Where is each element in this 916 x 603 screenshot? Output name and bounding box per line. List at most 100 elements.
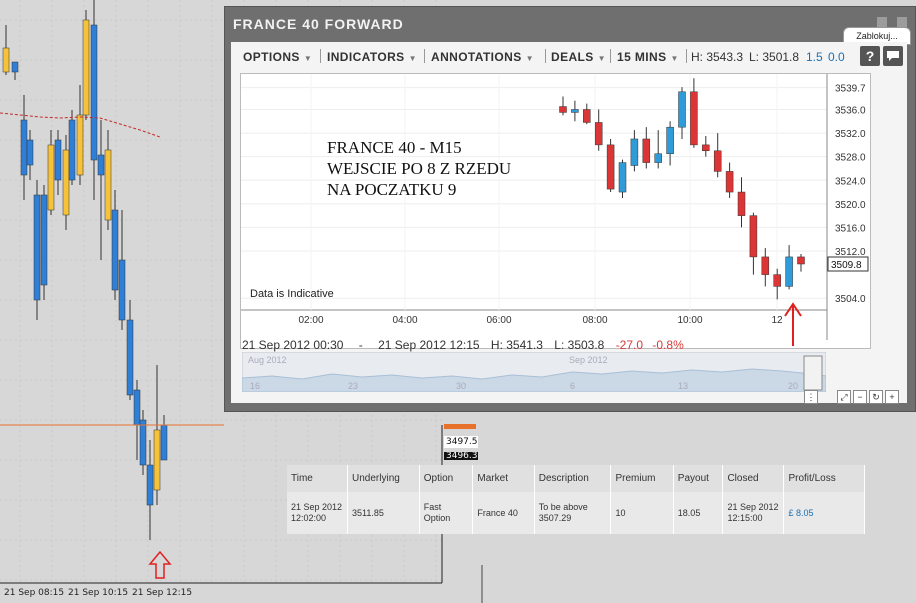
bg-candle — [76, 85, 84, 185]
candle[interactable] — [559, 96, 567, 116]
table-cell: France 40 — [472, 492, 535, 534]
candle[interactable] — [666, 121, 674, 166]
candle[interactable] — [713, 133, 722, 178]
range-end: 21 Sep 2012 12:15 — [378, 338, 480, 352]
navigator-strip[interactable]: Aug 2012 Sep 2012 16 23 30 6 13 20 — [242, 352, 826, 392]
candle[interactable] — [785, 245, 793, 290]
zoom-out-icon[interactable]: − — [853, 390, 867, 404]
close-icon[interactable] — [897, 17, 907, 27]
interval-label: 15 MINS — [617, 50, 667, 64]
candle[interactable] — [654, 130, 662, 169]
candle[interactable] — [749, 212, 758, 275]
france-40-widget[interactable]: FRANCE 40 FORWARD Zablokuj... OPTIONS ▼ I… — [224, 6, 916, 412]
candlestick-chart[interactable]: 3539.7 3536.0 3532.0 3528.0 3524.0 3520.0 3516… — [241, 74, 870, 348]
candle[interactable] — [797, 253, 805, 272]
toolbar-change-percent: 0.0 — [828, 50, 845, 64]
table-cell: 18.05 — [673, 492, 724, 534]
indicators-menu[interactable]: INDICATORS ▼ — [327, 50, 417, 64]
bg-candle — [133, 380, 141, 460]
interval-menu[interactable]: 15 MINS ▼ — [617, 50, 679, 64]
status-change-points: -27.0 — [615, 338, 644, 352]
range-dash: - — [358, 338, 363, 352]
chevron-down-icon: ▼ — [303, 54, 313, 63]
navigator-handle[interactable] — [803, 355, 823, 391]
status-high: H: 3541.3 — [490, 338, 543, 352]
toolbar-high: H: 3543.3 — [691, 50, 744, 64]
candle[interactable] — [773, 268, 781, 300]
options-menu[interactable]: OPTIONS ▼ — [243, 50, 312, 64]
candle[interactable] — [630, 130, 639, 172]
column-header[interactable]: Market — [472, 465, 535, 492]
candle[interactable] — [761, 248, 770, 287]
price-axis-label: 3497.5 — [444, 436, 478, 448]
comment-icon[interactable] — [883, 46, 903, 66]
annotation-line: WEJSCIE PO 8 Z RZEDU — [327, 159, 512, 178]
bg-candle — [111, 190, 119, 300]
candle[interactable] — [606, 138, 615, 193]
annotations-menu[interactable]: ANNOTATIONS ▼ — [431, 50, 534, 64]
annotation-line: FRANCE 40 - M15 — [327, 138, 462, 157]
candle[interactable] — [690, 78, 698, 148]
column-header[interactable]: Closed — [722, 465, 785, 492]
bg-candle — [90, 0, 98, 200]
column-header[interactable]: Profit/Loss — [783, 465, 865, 492]
nav-day-label: 16 — [250, 381, 260, 391]
status-low: L: 3503.8 — [554, 338, 605, 352]
bg-candle — [97, 120, 105, 260]
nav-day-label: 13 — [678, 381, 688, 391]
candle[interactable] — [725, 162, 734, 198]
candle[interactable] — [702, 136, 710, 157]
current-price-label: 3496.3 — [444, 452, 478, 460]
bg-candle — [40, 185, 48, 300]
candle[interactable] — [737, 177, 746, 228]
expand-icon[interactable]: ⤢ — [837, 390, 851, 404]
bg-candle — [62, 135, 70, 230]
column-header[interactable]: Underlying — [347, 465, 420, 492]
toolbar-divider — [545, 49, 546, 63]
nav-month-label: Aug 2012 — [248, 355, 287, 365]
y-tick-label: 3512.0 — [835, 247, 866, 258]
candle[interactable] — [583, 103, 591, 125]
table-cell: 21 Sep 2012 12:02:00 — [287, 492, 349, 534]
candle[interactable] — [571, 100, 579, 122]
candle[interactable] — [618, 159, 627, 198]
column-header[interactable]: Option — [419, 465, 474, 492]
options-label: OPTIONS — [243, 50, 300, 64]
column-header[interactable]: Premium — [610, 465, 674, 492]
help-icon[interactable]: ? — [860, 46, 880, 66]
bg-candle — [54, 130, 62, 195]
indicative-note: Data is Indicative — [250, 288, 334, 300]
column-header[interactable]: Payout — [673, 465, 724, 492]
candle[interactable] — [594, 109, 603, 151]
table-cell: 10 — [610, 492, 674, 534]
main-chart-area[interactable]: 3539.7 3536.0 3532.0 3528.0 3524.0 3520.0 3516… — [240, 73, 871, 349]
x-tick-label: 04:00 — [392, 315, 417, 326]
chevron-down-icon: ▼ — [525, 54, 534, 63]
chevron-down-icon: ▼ — [597, 54, 606, 63]
column-header[interactable]: Time — [287, 465, 349, 492]
toolbar-divider — [610, 49, 611, 63]
zoom-in-icon[interactable]: + — [885, 390, 899, 404]
table-cell: 21 Sep 2012 12:15:00 — [722, 492, 785, 534]
scroll-handle[interactable]: ⋮ — [804, 390, 818, 404]
reset-icon[interactable]: ↻ — [869, 390, 883, 404]
status-change-percent: -0.8% — [652, 338, 684, 352]
candle[interactable] — [678, 87, 686, 139]
x-tick-label: 06:00 — [486, 315, 511, 326]
bg-candle — [126, 300, 134, 400]
annotation-line: NA POCZATKU 9 — [327, 180, 457, 199]
chevron-down-icon: ▼ — [670, 54, 679, 63]
chart-annotation[interactable]: FRANCE 40 - M15 WEJSCIE PO 8 Z RZEDU NA … — [327, 137, 511, 200]
y-tick-label: 3532.0 — [835, 129, 866, 140]
nav-day-label: 20 — [788, 381, 798, 391]
deals-menu[interactable]: DEALS ▼ — [551, 50, 606, 64]
time-axis-label: 21 Sep 10:15 — [68, 588, 129, 598]
column-header[interactable]: Description — [534, 465, 612, 492]
restore-icon[interactable] — [877, 17, 887, 27]
y-tick-label: 3539.7 — [835, 84, 866, 95]
x-tick-label: 12 — [771, 315, 783, 326]
indicators-label: INDICATORS — [327, 50, 405, 64]
table-row[interactable]: 21 Sep 2012 12:02:00 3511.85 Fast Option Fr… — [287, 492, 865, 534]
table-cell: To be above 3507.29 — [534, 492, 612, 534]
bg-candle — [26, 130, 34, 180]
